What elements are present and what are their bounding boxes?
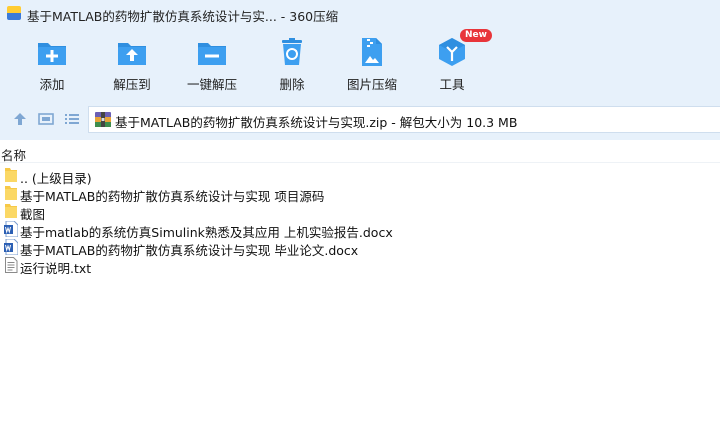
- file-list: .. (上级目录) 基于MATLAB的药物扩散仿真系统设计与实现 项目源码 截图…: [0, 166, 720, 276]
- column-name-label: 名称: [1, 148, 27, 163]
- extract-to-label: 解压到: [113, 77, 151, 92]
- trash-icon: [282, 38, 302, 65]
- navigation-bar: 基于MATLAB的药物扩散仿真系统设计与实现.zip - 解包大小为 10.3 …: [0, 101, 720, 137]
- tools-button[interactable]: New 工具: [412, 29, 492, 94]
- add-button[interactable]: 添加: [12, 32, 92, 94]
- app-icon: [7, 6, 21, 20]
- image-zip-icon: [362, 38, 382, 66]
- image-compress-label: 图片压缩: [346, 77, 397, 92]
- file-name: 运行说明.txt: [20, 261, 92, 276]
- list-view-icon[interactable]: [63, 110, 81, 128]
- column-header-name[interactable]: 名称: [0, 141, 720, 163]
- folder-icon: [5, 168, 17, 182]
- list-item-docx[interactable]: 基于matlab的系统仿真Simulink熟悉及其应用 上机实验报告.docx: [0, 220, 720, 240]
- list-item-folder[interactable]: 基于MATLAB的药物扩散仿真系统设计与实现 项目源码: [0, 184, 720, 204]
- extract-folder-icon: [118, 43, 146, 65]
- word-doc-icon: [4, 221, 18, 237]
- delete-button[interactable]: 删除: [252, 32, 332, 94]
- one-click-extract-button[interactable]: 一键解压: [172, 32, 252, 94]
- text-file-icon: [5, 257, 18, 273]
- address-bar[interactable]: 基于MATLAB的药物扩散仿真系统设计与实现.zip - 解包大小为 10.3 …: [88, 106, 720, 133]
- list-item-docx[interactable]: 基于MATLAB的药物扩散仿真系统设计与实现 毕业论文.docx: [0, 238, 720, 258]
- window-title: 基于MATLAB的药物扩散仿真系统设计与实... - 360压缩: [27, 9, 339, 24]
- folder-icon: [5, 204, 17, 218]
- one-click-extract-icon: [198, 43, 226, 65]
- list-item-txt[interactable]: 运行说明.txt: [0, 256, 720, 276]
- one-click-extract-label: 一键解压: [186, 77, 237, 92]
- address-path: 基于MATLAB的药物扩散仿真系统设计与实现.zip - 解包大小为 10.3 …: [115, 115, 518, 130]
- add-label: 添加: [39, 77, 65, 92]
- add-icon: [38, 43, 66, 65]
- image-compress-button[interactable]: 图片压缩: [332, 32, 412, 94]
- title-bar: 基于MATLAB的药物扩散仿真系统设计与实... - 360压缩: [0, 0, 720, 28]
- list-item-parent-dir[interactable]: .. (上级目录): [0, 166, 720, 186]
- extract-to-button[interactable]: 解压到: [92, 32, 172, 94]
- delete-label: 删除: [279, 77, 305, 92]
- tools-label: 工具: [439, 77, 465, 92]
- list-item-folder[interactable]: 截图: [0, 202, 720, 222]
- folder-icon: [5, 186, 17, 200]
- zip-archive-icon: [95, 112, 111, 127]
- toolbar: 添加 解压到 一键解压 删除 图片压缩 New 工具: [0, 29, 720, 96]
- up-arrow-icon[interactable]: [11, 110, 29, 128]
- top-panel: 基于MATLAB的药物扩散仿真系统设计与实... - 360压缩 添加 解压到: [0, 0, 720, 140]
- new-badge: New: [460, 29, 492, 42]
- thumbnail-view-icon[interactable]: [37, 110, 55, 128]
- word-doc-icon: [4, 239, 18, 255]
